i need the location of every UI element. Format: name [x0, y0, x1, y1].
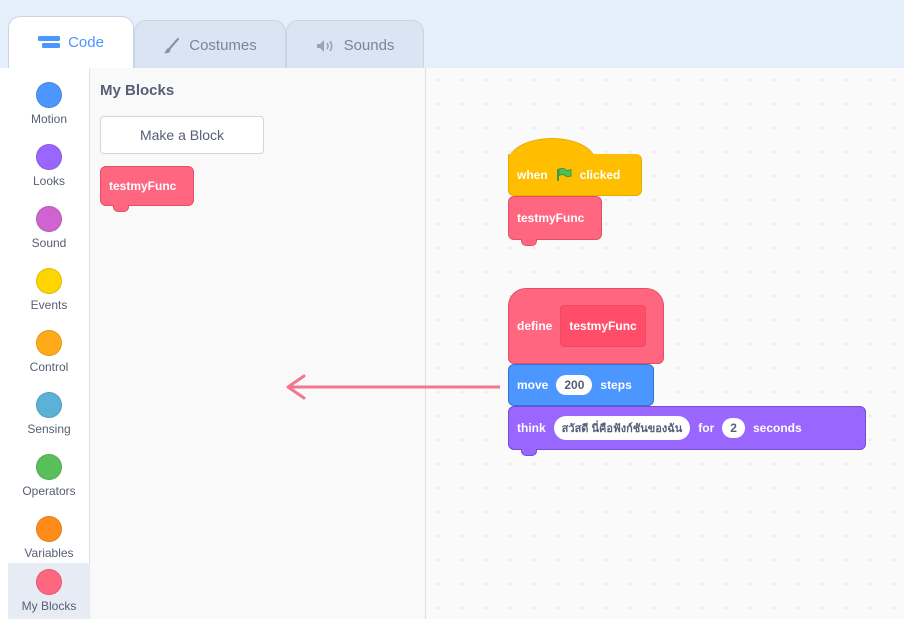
- block-notch: [521, 449, 537, 456]
- category-my-blocks[interactable]: My Blocks: [8, 563, 90, 619]
- code-workspace[interactable]: when clicked testmyFunc define testmyFun…: [426, 68, 904, 619]
- category-events[interactable]: Events: [8, 260, 90, 322]
- events-dot-icon: [36, 268, 62, 294]
- category-sensing[interactable]: Sensing: [8, 384, 90, 446]
- category-variables[interactable]: Variables: [8, 508, 90, 570]
- category-label: Motion: [30, 112, 68, 126]
- my-blocks-dot-icon: [36, 569, 62, 595]
- think-text-input[interactable]: สวัสดี นี่คือฟังก์ชันของฉัน: [553, 416, 691, 440]
- tab-sounds-label: Sounds: [343, 37, 395, 54]
- category-label: Variables: [24, 546, 74, 560]
- category-control[interactable]: Control: [8, 322, 90, 384]
- category-operators[interactable]: Operators: [8, 446, 90, 508]
- block-label: clicked: [579, 167, 621, 182]
- block-palette: My Blocks Make a Block testmyFunc: [90, 68, 426, 619]
- move-steps-block[interactable]: move 200 steps: [508, 364, 654, 406]
- think-for-seconds-block[interactable]: think สวัสดี นี่คือฟังก์ชันของฉัน for 2 …: [508, 406, 866, 456]
- tab-costumes[interactable]: Costumes: [134, 20, 286, 70]
- looks-dot-icon: [36, 144, 62, 170]
- block-label: define: [517, 319, 553, 333]
- block-label: for: [698, 421, 715, 435]
- palette-testmyfunc-block[interactable]: testmyFunc: [100, 166, 194, 212]
- block-label: when: [517, 167, 548, 182]
- variables-dot-icon: [36, 516, 62, 542]
- block-label: seconds: [752, 421, 802, 435]
- block-label: think: [517, 421, 546, 435]
- tab-costumes-label: Costumes: [189, 37, 257, 54]
- category-motion[interactable]: Motion: [8, 74, 90, 136]
- define-prototype-block[interactable]: testmyFunc: [560, 305, 646, 347]
- block-label: testmyFunc: [109, 179, 177, 193]
- tab-code-label: Code: [68, 34, 104, 51]
- category-label: Looks: [32, 174, 66, 188]
- sound-dot-icon: [36, 206, 62, 232]
- speaker-icon: [316, 39, 333, 52]
- motion-dot-icon: [36, 82, 62, 108]
- category-label: Sensing: [27, 422, 71, 436]
- block-label: testmyFunc: [517, 211, 585, 225]
- category-label: My Blocks: [21, 599, 77, 613]
- sensing-dot-icon: [36, 392, 62, 418]
- category-menu: Motion Looks Sound Events Control Sensin…: [8, 68, 90, 619]
- define-testmyfunc-block[interactable]: define testmyFunc: [508, 288, 664, 364]
- block-notch: [521, 239, 537, 246]
- category-label: Sound: [31, 236, 67, 250]
- category-looks[interactable]: Looks: [8, 136, 90, 198]
- tab-code[interactable]: Code: [8, 16, 134, 68]
- call-testmyfunc-block[interactable]: testmyFunc: [508, 196, 602, 246]
- control-dot-icon: [36, 330, 62, 356]
- operators-dot-icon: [36, 454, 62, 480]
- move-steps-input[interactable]: 200: [556, 375, 593, 395]
- category-sound[interactable]: Sound: [8, 198, 90, 260]
- category-label: Operators: [22, 484, 76, 498]
- block-label: steps: [600, 378, 632, 392]
- block-label: testmyFunc: [569, 319, 637, 333]
- block-notch: [113, 205, 129, 212]
- think-seconds-input[interactable]: 2: [722, 418, 745, 438]
- paintbrush-icon: [164, 37, 180, 53]
- editor-tabs: Code Costumes Sounds: [0, 0, 904, 70]
- palette-title: My Blocks: [100, 82, 175, 99]
- green-flag-icon: [556, 167, 572, 181]
- when-flag-clicked-block[interactable]: when clicked: [508, 154, 642, 196]
- category-label: Control: [29, 360, 69, 374]
- left-arrow-icon: [286, 374, 500, 400]
- code-icon: [38, 35, 61, 48]
- make-a-block-button[interactable]: Make a Block: [100, 116, 264, 154]
- category-label: Events: [30, 298, 68, 312]
- tab-sounds[interactable]: Sounds: [286, 20, 424, 70]
- block-label: move: [517, 378, 549, 392]
